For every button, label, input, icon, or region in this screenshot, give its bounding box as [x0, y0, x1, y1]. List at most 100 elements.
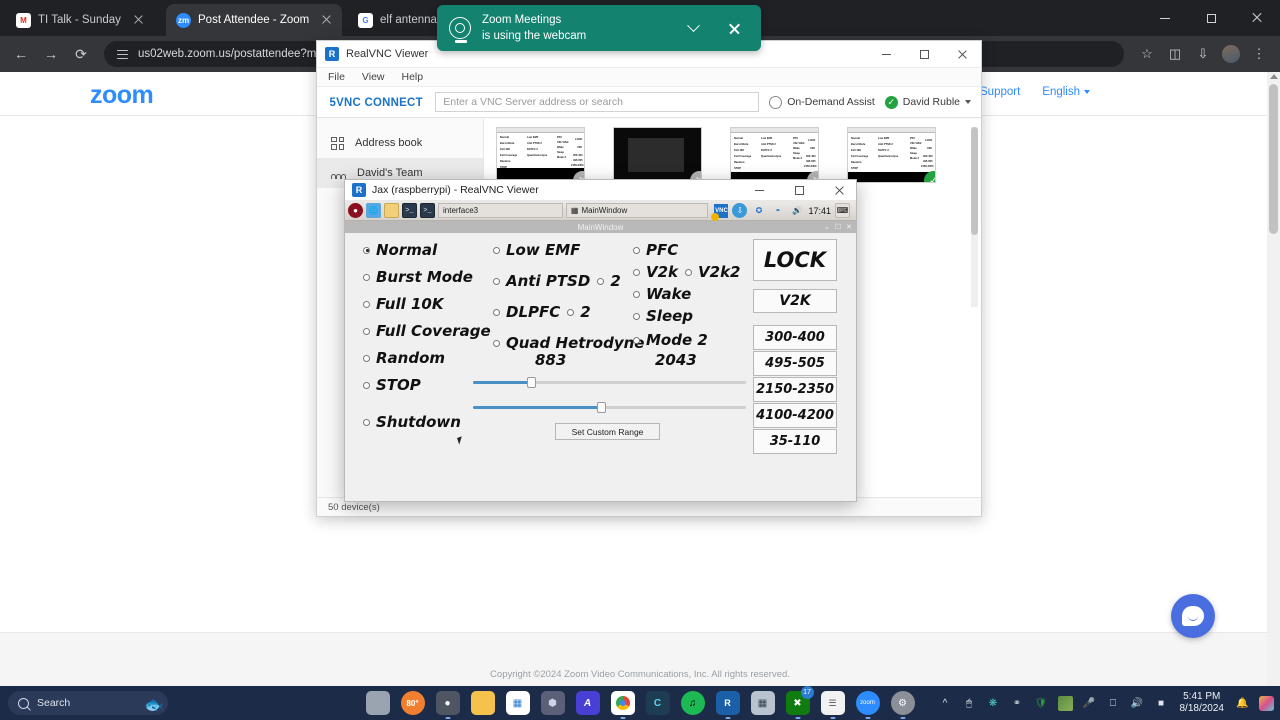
user-menu[interactable]: ✓ David Ruble [884, 95, 971, 109]
range-button-1[interactable]: 495-505 [753, 351, 837, 376]
notepad-icon[interactable]: ☰ [820, 691, 845, 719]
lock-button[interactable]: LOCK [753, 239, 837, 281]
vnc-tray-icon[interactable]: VNC [711, 203, 729, 221]
option-full-coverage[interactable]: Full Coverage [363, 322, 491, 340]
back-icon[interactable]: ← [8, 41, 34, 67]
bluetooth-icon[interactable]: ✪ [751, 203, 766, 218]
radio-icon[interactable] [363, 354, 370, 362]
option-low-emf[interactable]: Low EMF [493, 241, 644, 259]
pi-task-mainwindow[interactable]: ▦ MainWindow [565, 203, 709, 218]
radio-icon[interactable] [633, 336, 640, 344]
terminal-icon[interactable]: >_ [420, 203, 435, 218]
radio-icon[interactable] [493, 339, 500, 347]
radio-icon[interactable] [363, 381, 370, 389]
affinity-icon[interactable]: A [575, 691, 600, 715]
jax-close-button[interactable] [822, 180, 856, 201]
file-explorer-icon[interactable] [470, 691, 495, 715]
profile-avatar[interactable] [1218, 41, 1244, 67]
vnc-close-button[interactable] [943, 41, 981, 68]
raspberry-icon[interactable]: ● [348, 203, 363, 218]
toast-close-button[interactable] [719, 13, 749, 43]
v2k-button[interactable]: V2K [753, 289, 837, 313]
jax-maximize-button[interactable] [782, 180, 816, 201]
radio-icon[interactable] [633, 246, 640, 254]
vnc-minimize-button[interactable] [867, 41, 905, 68]
radio-icon[interactable] [597, 277, 605, 285]
zoom-icon[interactable]: zoom [855, 691, 880, 719]
notifications-bell-icon[interactable]: 🔔 [1235, 696, 1250, 711]
microphone-icon[interactable]: 🎤 [1082, 696, 1097, 711]
calculator-icon[interactable]: ▦ [750, 691, 775, 715]
steam-icon[interactable]: ⚭ [1010, 696, 1025, 711]
bookmark-star-icon[interactable]: ☆ [1134, 41, 1160, 67]
realvnc-icon[interactable]: R [715, 691, 740, 719]
radio-icon[interactable] [493, 246, 500, 254]
display-icon[interactable]: ⎕ [1106, 696, 1121, 711]
xbox-icon[interactable]: ✖ 17 [785, 686, 814, 719]
site-settings-icon[interactable] [116, 47, 130, 61]
radio-icon[interactable] [363, 418, 370, 426]
mainwindow-minimize-icon[interactable]: ⌄ [824, 223, 830, 231]
jax-minimize-button[interactable] [742, 180, 776, 201]
on-demand-assist-button[interactable]: On-Demand Assist [769, 95, 875, 109]
range-button-3[interactable]: 4100-4200 [753, 403, 837, 428]
nav-support[interactable]: Support [980, 86, 1020, 98]
range-button-0[interactable]: 300-400 [753, 325, 837, 350]
option-burst-mode[interactable]: Burst Mode [363, 268, 491, 286]
option-mode-2[interactable]: Mode 2 [633, 331, 741, 349]
radio-icon[interactable] [363, 327, 370, 335]
terminal-icon[interactable]: >_ [402, 203, 417, 218]
taskbar-clock[interactable]: 5:41 PM 8/18/2024 [1178, 691, 1227, 715]
device-thumbnail-0[interactable]: Normal Burst Mode Full 10K Full Coverage… [496, 127, 585, 183]
range-button-4[interactable]: 35-110 [753, 429, 837, 454]
slider-handle[interactable] [527, 377, 536, 388]
mouse-icon[interactable]: 🖱 [962, 696, 977, 711]
mainwindow-close-icon[interactable]: ✕ [846, 223, 852, 231]
volume-icon[interactable]: 🔊 [789, 203, 804, 218]
page-scrollbar[interactable] [1267, 72, 1280, 686]
menu-view[interactable]: View [362, 71, 385, 83]
tab-close-icon[interactable] [320, 13, 334, 27]
browser-tab-1[interactable]: zm Post Attendee - Zoom [166, 4, 342, 36]
reload-icon[interactable]: ⟳ [68, 41, 94, 67]
jax-title-bar[interactable]: R Jax (raspberrypi) - RealVNC Viewer [345, 180, 856, 201]
downloads-icon[interactable]: ⇩ [1190, 41, 1216, 67]
radio-icon[interactable] [493, 277, 500, 285]
radio-icon[interactable] [633, 290, 640, 298]
option-sleep[interactable]: Sleep [633, 307, 741, 325]
show-hidden-icons-chevron[interactable]: ^ [938, 696, 953, 711]
radio-icon[interactable] [363, 273, 370, 281]
option-normal[interactable]: Normal [363, 241, 491, 259]
battery-icon[interactable]: ■ [1154, 696, 1169, 711]
grid-scrollbar[interactable] [971, 127, 978, 307]
tab-close-icon[interactable] [132, 13, 146, 27]
chrome-menu-icon[interactable]: ⋮ [1246, 41, 1272, 67]
maximize-button[interactable] [1188, 0, 1234, 36]
option-anti-ptsd[interactable]: Anti PTSD [493, 272, 590, 290]
option-anti-ptsd-2[interactable]: 2 [597, 272, 621, 290]
option-pfc[interactable]: PFC [633, 241, 741, 259]
device-thumbnail-3[interactable]: Normal Burst Mode Full 10K Full Coverage… [847, 127, 936, 183]
mainwindow-maximize-icon[interactable]: ☐ [835, 223, 841, 231]
updates-icon[interactable]: ⇩ [732, 203, 748, 218]
keyboard-icon[interactable]: ⌨ [835, 203, 850, 218]
nvidia-icon[interactable] [1057, 695, 1073, 711]
store-icon[interactable]: ▦ [505, 691, 530, 715]
extensions-icon[interactable]: ◫ [1162, 41, 1188, 67]
option-random[interactable]: Random [363, 349, 491, 367]
option-stop[interactable]: STOP [363, 376, 491, 394]
option-shutdown[interactable]: Shutdown [363, 413, 491, 431]
option-wake[interactable]: Wake [633, 285, 741, 303]
radio-icon[interactable] [363, 300, 370, 308]
frequency-slider-2[interactable] [473, 400, 746, 414]
webcam-icon[interactable]: ● [435, 691, 460, 719]
set-custom-range-button[interactable]: Set Custom Range [555, 423, 660, 440]
option-v2k[interactable]: V2k [633, 263, 678, 281]
weather-icon[interactable]: 80° [400, 691, 425, 715]
menu-help[interactable]: Help [402, 71, 424, 83]
option-quad-hetrodyne[interactable]: Quad Hetrodyne [493, 334, 644, 352]
scroll-up-arrow[interactable] [1270, 74, 1278, 79]
nav-language[interactable]: English [1042, 86, 1090, 98]
copilot-icon[interactable] [1259, 695, 1274, 711]
browser-icon[interactable]: 🌐 [366, 203, 381, 218]
